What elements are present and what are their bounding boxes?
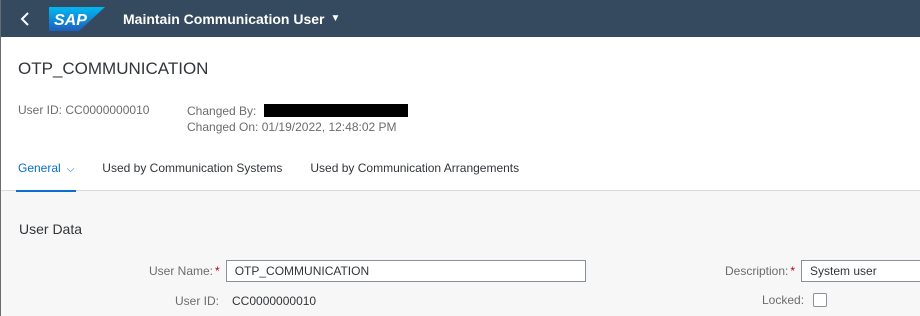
object-header: OTP_COMMUNICATION User ID: CC0000000010 … (1, 37, 920, 192)
chevron-left-icon (20, 11, 29, 26)
locked-label: Locked: (762, 293, 805, 307)
header-user-id: User ID: CC0000000010 (18, 103, 149, 117)
locked-checkbox[interactable] (813, 293, 828, 307)
shell-bar: SAP Maintain Communication User ▼ (1, 0, 920, 37)
locked-row: Locked: (762, 293, 828, 307)
tab-used-by-communication-systems[interactable]: Used by Communication Systems (102, 161, 282, 184)
changed-on-label: Changed On: (187, 120, 259, 134)
tab-general-label: General (18, 161, 61, 175)
back-button[interactable] (9, 0, 41, 37)
section-title: User Data (19, 221, 83, 237)
description-row: Description: * (725, 260, 920, 282)
tab-bar: General ⌵ Used by Communication Systems U… (15, 161, 547, 192)
form-user-id-label: User ID: (175, 294, 220, 308)
form-user-id-value: CC0000000010 (232, 294, 317, 308)
app-title: Maintain Communication User (123, 10, 325, 27)
user-name-label: User Name: * (149, 264, 220, 278)
description-input[interactable] (801, 260, 920, 282)
user-id-row: User ID: CC0000000010 (175, 294, 316, 308)
changed-by-label: Changed By: (187, 104, 257, 118)
description-label: Description: * (725, 264, 796, 278)
tab-general[interactable]: General ⌵ (15, 161, 77, 192)
tab-arrangements-label: Used by Communication Arrangements (310, 161, 520, 175)
tab-systems-label: Used by Communication Systems (102, 161, 283, 175)
svg-text:SAP: SAP (54, 12, 87, 29)
redacted-changed-by (263, 104, 408, 117)
object-title: OTP_COMMUNICATION (18, 59, 209, 78)
sap-logo: SAP (49, 6, 105, 31)
tab-used-by-communication-arrangements[interactable]: Used by Communication Arrangements (310, 161, 519, 184)
app-title-menu[interactable]: Maintain Communication User ▼ (123, 11, 340, 27)
user-name-input[interactable] (225, 260, 586, 282)
user-name-row: User Name: * (149, 260, 586, 282)
chevron-down-icon: ⌵ (66, 164, 75, 175)
caret-down-icon: ▼ (330, 13, 341, 24)
user-id-value: CC0000000010 (65, 103, 150, 117)
changed-on-value: 01/19/2022, 12:48:02 PM (261, 120, 397, 134)
change-info: Changed By: Changed On: 01/19/2022, 12:4… (187, 103, 408, 135)
user-id-label: User ID: (18, 103, 63, 117)
